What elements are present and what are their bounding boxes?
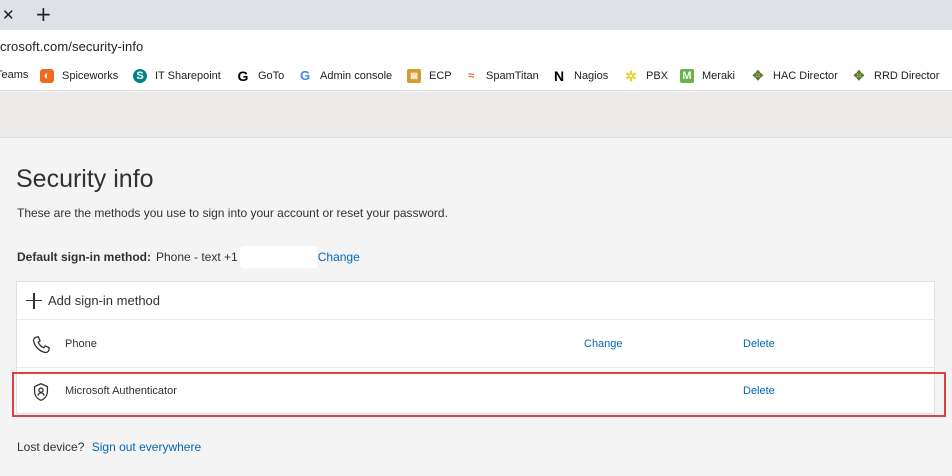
bookmark-nagios[interactable]: N Nagios [552, 69, 608, 83]
page-description: These are the methods you use to sign in… [17, 206, 448, 220]
bookmark-label: Admin console [320, 70, 393, 82]
authenticator-icon [33, 383, 49, 401]
bookmark-pbx[interactable]: ✲ PBX [624, 69, 668, 83]
method-row-authenticator: Microsoft Authenticator Delete [17, 368, 934, 415]
sign-out-everywhere-link[interactable]: Sign out everywhere [92, 440, 201, 454]
bookmark-spiceworks[interactable]: ◐ Spiceworks [40, 69, 118, 83]
plus-icon [26, 292, 42, 309]
phone-icon [32, 336, 50, 354]
bookmark-label: PBX [646, 70, 669, 82]
default-sign-in-method: Default sign-in method: Phone - text +1 … [17, 246, 360, 268]
method-name: Microsoft Authenticator [65, 385, 177, 397]
bookmark-label: HAC Director [773, 70, 838, 82]
delete-authenticator-link[interactable]: Delete [743, 385, 775, 397]
bookmark-label: Spiceworks [62, 70, 119, 82]
bookmark-spamtitan[interactable]: ≈ SpamTitan [464, 69, 539, 83]
change-default-method-link[interactable]: Change [318, 250, 360, 264]
default-method-value: Phone - text +1 [156, 250, 238, 264]
spiceworks-icon: ◐ [40, 69, 54, 83]
bookmark-teams[interactable]: Teams [0, 69, 28, 81]
bookmarks-bar: Teams ◐ Spiceworks S IT Sharepoint G GoT… [0, 63, 952, 91]
bookmark-ecp[interactable]: ▤ ECP [407, 69, 452, 83]
rrd-director-icon: ✥ [853, 68, 865, 83]
bookmark-label: Nagios [574, 70, 609, 82]
bookmark-label: SpamTitan [486, 70, 539, 82]
redacted-phone-number [239, 246, 318, 268]
address-bar: crosoft.com/security-info [0, 30, 952, 63]
delete-phone-link[interactable]: Delete [743, 338, 775, 350]
sign-in-methods-card: Add sign-in method Phone Change Delete M… [16, 281, 935, 414]
ecp-icon: ▤ [407, 69, 421, 83]
method-name: Phone [65, 338, 97, 350]
bookmark-admin-console[interactable]: G Admin console [298, 69, 392, 83]
page-title: Security info [16, 165, 154, 193]
bookmark-rrd-director[interactable]: ✥ RRD Director [852, 68, 940, 83]
goto-icon: G [237, 68, 249, 84]
bookmark-label: GoTo [258, 70, 285, 82]
bookmark-it-sharepoint[interactable]: S IT Sharepoint [133, 69, 221, 83]
bookmark-hac-director[interactable]: ✥ HAC Director [751, 69, 838, 83]
hac-director-icon: ✥ [752, 68, 764, 83]
change-phone-link[interactable]: Change [584, 338, 623, 350]
default-method-label: Default sign-in method: [17, 250, 151, 264]
bookmark-label: IT Sharepoint [155, 70, 221, 82]
lost-device-line: Lost device? Sign out everywhere [17, 440, 201, 454]
spamtitan-icon: ≈ [467, 70, 475, 82]
lost-device-label: Lost device? [17, 440, 85, 454]
url-field[interactable]: crosoft.com/security-info [0, 39, 143, 54]
bookmark-label: Meraki [702, 70, 736, 82]
close-tab-icon[interactable]: ✕ [2, 6, 15, 24]
bookmark-label: Teams [0, 69, 29, 81]
method-row-phone: Phone Change Delete [17, 321, 934, 368]
bookmark-label: RRD Director [874, 70, 940, 82]
add-sign-in-method-button[interactable]: Add sign-in method [17, 282, 934, 320]
pbx-icon: ✲ [625, 68, 637, 84]
nagios-icon: N [553, 68, 565, 84]
meraki-icon: M [680, 69, 694, 83]
bookmark-label: ECP [429, 70, 452, 82]
new-tab-button[interactable]: + [35, 2, 52, 26]
bookmark-meraki[interactable]: M Meraki [680, 69, 735, 83]
sharepoint-icon: S [133, 69, 147, 83]
google-icon: G [299, 68, 311, 83]
bookmark-goto[interactable]: G GoTo [236, 68, 285, 84]
add-sign-in-method-label: Add sign-in method [48, 293, 161, 308]
tab-bar: ✕ + [0, 0, 952, 30]
page-header-band [0, 92, 952, 138]
